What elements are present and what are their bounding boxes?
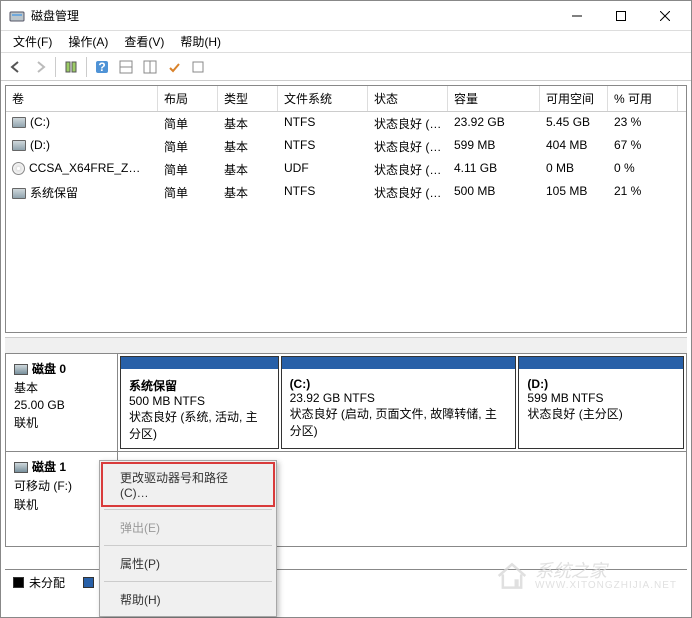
disk-label[interactable]: 磁盘 0基本25.00 GB联机: [6, 354, 118, 451]
partition[interactable]: 系统保留500 MB NTFS状态良好 (系统, 活动, 主分区): [120, 356, 279, 449]
forward-button[interactable]: [29, 56, 51, 78]
toolbar-btn-4[interactable]: [163, 56, 185, 78]
col-free[interactable]: 可用空间: [540, 86, 608, 111]
toolbar-btn-5[interactable]: [187, 56, 209, 78]
menu-view[interactable]: 查看(V): [116, 31, 172, 52]
col-type[interactable]: 类型: [218, 86, 278, 111]
toolbar: ?: [1, 53, 691, 81]
cd-icon: [12, 162, 25, 175]
menu-action[interactable]: 操作(A): [60, 31, 116, 52]
col-fs[interactable]: 文件系统: [278, 86, 368, 111]
svg-text:?: ?: [98, 60, 105, 74]
col-pctfree[interactable]: % 可用: [608, 86, 678, 111]
ctx-change-drive-letter[interactable]: 更改驱动器号和路径(C)…: [102, 463, 274, 506]
volume-row[interactable]: 系统保留简单基本NTFS状态良好 (…500 MB105 MB21 %: [6, 181, 686, 204]
disk-row: 磁盘 0基本25.00 GB联机系统保留500 MB NTFS状态良好 (系统,…: [5, 354, 687, 452]
toolbar-btn-3[interactable]: [139, 56, 161, 78]
ctx-help[interactable]: 帮助(H): [102, 585, 274, 614]
volume-list: 卷 布局 类型 文件系统 状态 容量 可用空间 % 可用 (C:)简单基本NTF…: [5, 85, 687, 333]
drive-icon: [12, 188, 26, 199]
disk-icon: [14, 364, 28, 375]
hscroll[interactable]: [5, 337, 687, 353]
maximize-button[interactable]: [599, 1, 643, 31]
partition[interactable]: (C:)23.92 GB NTFS状态良好 (启动, 页面文件, 故障转储, 主…: [281, 356, 517, 449]
disk-icon: [14, 462, 28, 473]
legend-unallocated: 未分配: [13, 574, 65, 591]
ctx-eject: 弹出(E): [102, 513, 274, 542]
disk-partitions: 系统保留500 MB NTFS状态良好 (系统, 活动, 主分区)(C:)23.…: [118, 354, 686, 451]
app-icon: [9, 8, 25, 24]
ctx-properties[interactable]: 属性(P): [102, 549, 274, 578]
titlebar: 磁盘管理: [1, 1, 691, 31]
col-layout[interactable]: 布局: [158, 86, 218, 111]
partition[interactable]: (D:)599 MB NTFS状态良好 (主分区): [518, 356, 684, 449]
help-button[interactable]: ?: [91, 56, 113, 78]
window-title: 磁盘管理: [31, 7, 555, 24]
close-button[interactable]: [643, 1, 687, 31]
col-status[interactable]: 状态: [368, 86, 448, 111]
drive-icon: [12, 117, 26, 128]
menu-file[interactable]: 文件(F): [5, 31, 60, 52]
volume-row[interactable]: (D:)简单基本NTFS状态良好 (…599 MB404 MB67 %: [6, 135, 686, 158]
col-capacity[interactable]: 容量: [448, 86, 540, 111]
toolbar-btn-1[interactable]: [60, 56, 82, 78]
menubar: 文件(F) 操作(A) 查看(V) 帮助(H): [1, 31, 691, 53]
volume-rows: (C:)简单基本NTFS状态良好 (…23.92 GB5.45 GB23 %(D…: [6, 112, 686, 332]
minimize-button[interactable]: [555, 1, 599, 31]
volume-list-header: 卷 布局 类型 文件系统 状态 容量 可用空间 % 可用: [6, 86, 686, 112]
volume-row[interactable]: (C:)简单基本NTFS状态良好 (…23.92 GB5.45 GB23 %: [6, 112, 686, 135]
menu-help[interactable]: 帮助(H): [172, 31, 229, 52]
context-menu: 更改驱动器号和路径(C)… 弹出(E) 属性(P) 帮助(H): [99, 460, 277, 617]
toolbar-btn-2[interactable]: [115, 56, 137, 78]
col-volume[interactable]: 卷: [6, 86, 158, 111]
volume-row[interactable]: CCSA_X64FRE_Z…简单基本UDF状态良好 (…4.11 GB0 MB0…: [6, 158, 686, 181]
drive-icon: [12, 140, 26, 151]
back-button[interactable]: [5, 56, 27, 78]
